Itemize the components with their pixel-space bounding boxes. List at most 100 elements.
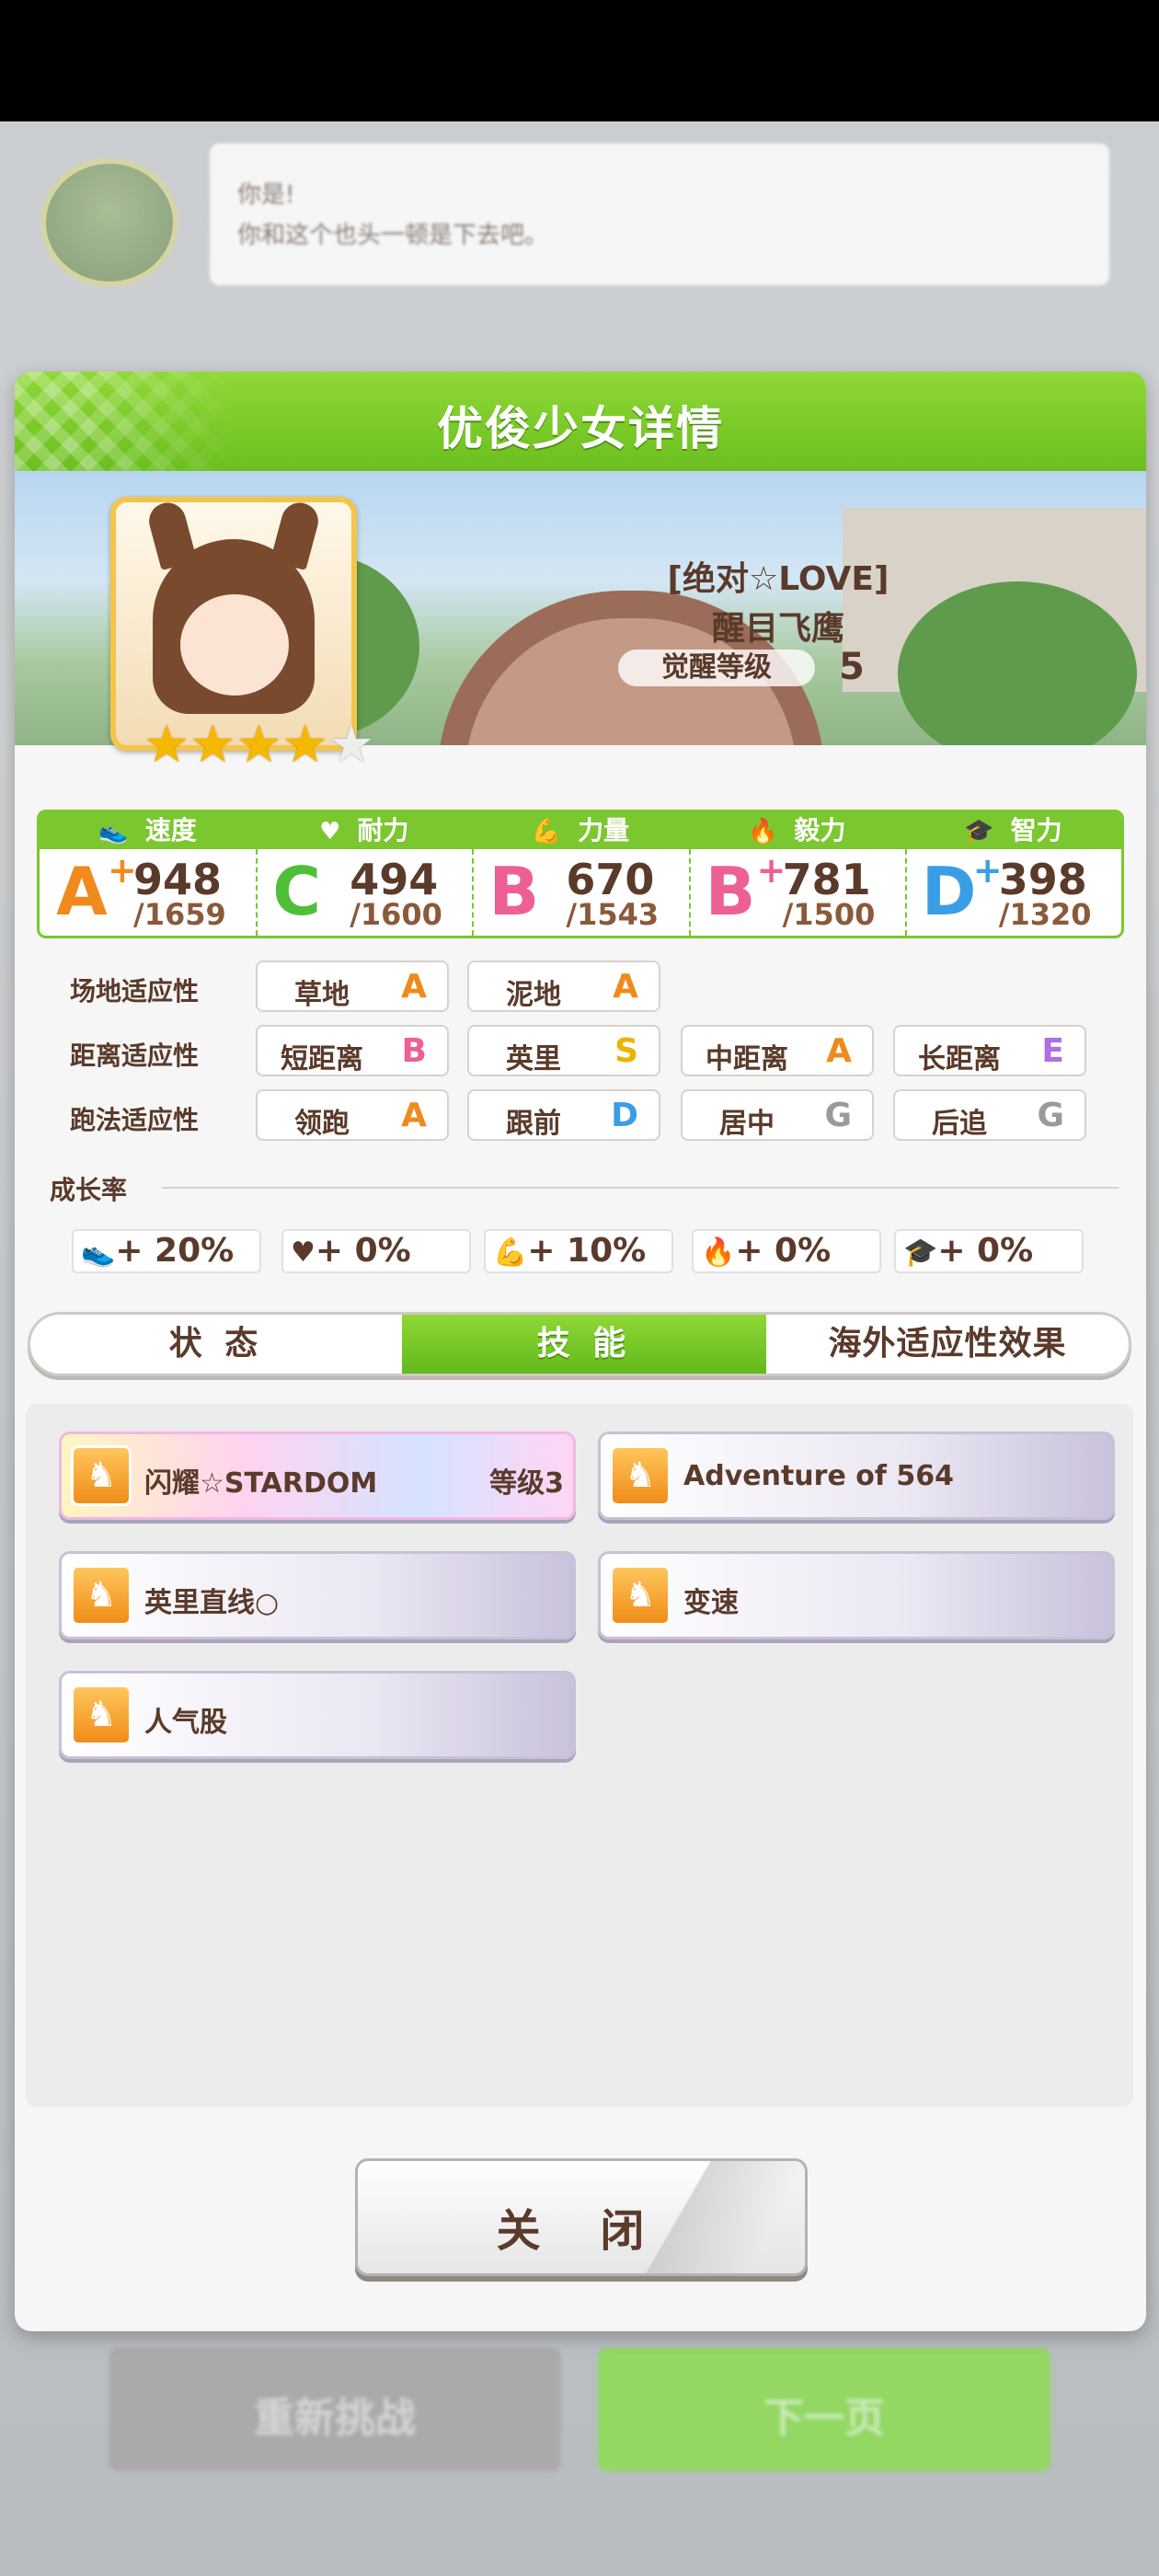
stat-value: 398	[998, 855, 1087, 904]
dialog-avatar	[40, 158, 178, 287]
rarity-stars: ★ ★ ★ ★ ★	[143, 719, 374, 771]
stat-value: 781	[782, 855, 871, 904]
star-filled-icon: ★	[143, 715, 190, 775]
stat-header: ♥ 耐力	[256, 812, 473, 849]
shoe-icon: 👟	[81, 1236, 116, 1269]
panel-header: 优俊少女详情	[15, 372, 1146, 471]
skill-icon: ♞	[71, 1685, 132, 1745]
muscle-icon: 💪	[493, 1236, 528, 1269]
awakening-level-label: 觉醒等级	[618, 650, 815, 686]
growth-rate-value: + 0%	[315, 1232, 411, 1270]
stat-value: 670	[566, 855, 655, 904]
stat-divider	[472, 849, 475, 936]
aptitude-name: 领跑	[294, 1108, 350, 1140]
growth-rate-0: 👟+ 20%	[72, 1229, 261, 1273]
stat-max: /1600	[350, 897, 442, 932]
stat-value: 494	[350, 855, 439, 904]
aptitude-strategy-1: 跟前 D	[467, 1089, 660, 1141]
stat-grade: A	[56, 853, 108, 930]
growth-rate-2: 💪+ 10%	[484, 1229, 673, 1273]
growth-rate-3: 🔥+ 0%	[692, 1229, 881, 1273]
skill-item[interactable]: ♞ 英里直线○	[59, 1551, 576, 1639]
flame-icon: 🔥	[747, 818, 778, 845]
aptitude-name: 草地	[294, 979, 350, 1011]
close-button[interactable]: 关 闭	[355, 2158, 808, 2276]
aptitude-name: 居中	[719, 1108, 775, 1140]
growth-rate-label: 成长率	[50, 1175, 128, 1205]
aptitude-name: 长距离	[918, 1043, 1001, 1075]
star-empty-icon: ★	[327, 715, 375, 775]
aptitude-name: 中距离	[706, 1043, 788, 1075]
aptitude-grade: A	[401, 968, 427, 1006]
awakening-level-value: 5	[839, 646, 865, 688]
growth-rate-value: + 20%	[115, 1232, 235, 1270]
tab-1[interactable]: 技 能	[402, 1315, 766, 1374]
aptitude-name: 后追	[932, 1108, 987, 1140]
growth-rate-value: + 0%	[735, 1232, 832, 1270]
growth-rate-value: + 10%	[527, 1232, 647, 1270]
stat-header: 🎓 智力	[904, 812, 1121, 849]
skill-level: 等级3	[489, 1467, 564, 1500]
character-info: [绝对☆LOVE] 醒目飞鹰	[622, 552, 935, 650]
aptitude-grade: A	[613, 968, 638, 1006]
stat-grade: B	[488, 853, 540, 930]
stat-header: 👟 速度	[40, 812, 257, 849]
dialog-line: 你是!	[237, 181, 295, 209]
shoe-icon: 👟	[98, 818, 129, 845]
stat-1: ♥ 耐力 C 494/1600	[256, 812, 473, 936]
skill-icon: ♞	[71, 1565, 132, 1626]
stat-max: /1543	[566, 897, 660, 932]
skill-item[interactable]: ♞ 人气股	[59, 1671, 576, 1759]
aptitude-strategy-3: 后追 G	[893, 1089, 1086, 1141]
character-title: [绝对☆LOVE]	[667, 560, 889, 598]
aptitude-grade: G	[1037, 1097, 1064, 1134]
stat-divider	[688, 849, 691, 936]
aptitude-grade: G	[824, 1097, 852, 1134]
heart-icon: ♥	[291, 1236, 316, 1269]
stat-4: 🎓 智力 D +398/1320	[904, 812, 1121, 936]
skill-name: 变速	[683, 1587, 739, 1619]
stat-value: 948	[133, 855, 223, 904]
stat-label: 智力	[1010, 815, 1062, 845]
character-detail-panel: 优俊少女详情 ★ ★ ★ ★ ★ [绝对☆LOVE] 醒目飞鹰 觉醒等级 5 👟 速度 A +…	[15, 372, 1146, 2331]
aptitude-label-track: 场地适应性	[70, 976, 200, 1006]
stat-max: /1659	[133, 897, 226, 932]
tab-2[interactable]: 海外适应性效果	[766, 1315, 1129, 1374]
aptitude-name: 英里	[506, 1043, 561, 1075]
skill-item[interactable]: ♞ 变速	[598, 1551, 1115, 1639]
awakening-level: 觉醒等级 5	[618, 646, 912, 688]
star-filled-icon: ★	[281, 715, 328, 775]
tab-0[interactable]: 状 态	[30, 1315, 402, 1374]
stat-2: 💪 力量 B 670/1543	[472, 812, 689, 936]
muscle-icon: 💪	[531, 818, 562, 845]
stat-max: /1500	[782, 897, 876, 932]
stat-header: 💪 力量	[472, 812, 689, 849]
aptitude-grade: B	[401, 1032, 427, 1070]
status-bar	[0, 0, 1159, 121]
stat-header: 🔥 毅力	[688, 812, 905, 849]
aptitude-grade: E	[1041, 1032, 1064, 1070]
retry-button-background: 重新挑战	[109, 2348, 561, 2471]
growth-rate-value: + 0%	[937, 1232, 1034, 1270]
stat-divider	[904, 849, 907, 936]
next-button-background: 下一页	[598, 2348, 1050, 2471]
stat-3: 🔥 毅力 B +781/1500	[688, 812, 905, 936]
skill-item[interactable]: ♞ 闪耀☆STARDOM 等级3	[59, 1432, 576, 1520]
skill-icon: ♞	[610, 1445, 671, 1506]
aptitude-track-0: 草地 A	[256, 960, 449, 1012]
growth-rate-1: ♥+ 0%	[281, 1229, 471, 1273]
skill-name: 闪耀☆STARDOM	[144, 1467, 378, 1500]
stat-label: 力量	[578, 815, 630, 845]
close-button-label: 关 闭	[496, 2205, 667, 2257]
character-name: 醒目飞鹰	[711, 610, 844, 648]
aptitude-grade: S	[614, 1032, 638, 1070]
aptitude-distance-2: 中距离 A	[681, 1025, 874, 1076]
stat-0: 👟 速度 A +948/1659	[40, 812, 257, 936]
character-portrait	[110, 497, 357, 751]
aptitude-distance-1: 英里 S	[467, 1025, 660, 1076]
stat-grade: B	[705, 853, 756, 930]
aptitude-name: 短距离	[281, 1043, 363, 1075]
skill-name: 英里直线○	[144, 1587, 280, 1619]
skill-item[interactable]: ♞ Adventure of 564	[598, 1432, 1115, 1520]
aptitude-distance-3: 长距离 E	[893, 1025, 1086, 1076]
